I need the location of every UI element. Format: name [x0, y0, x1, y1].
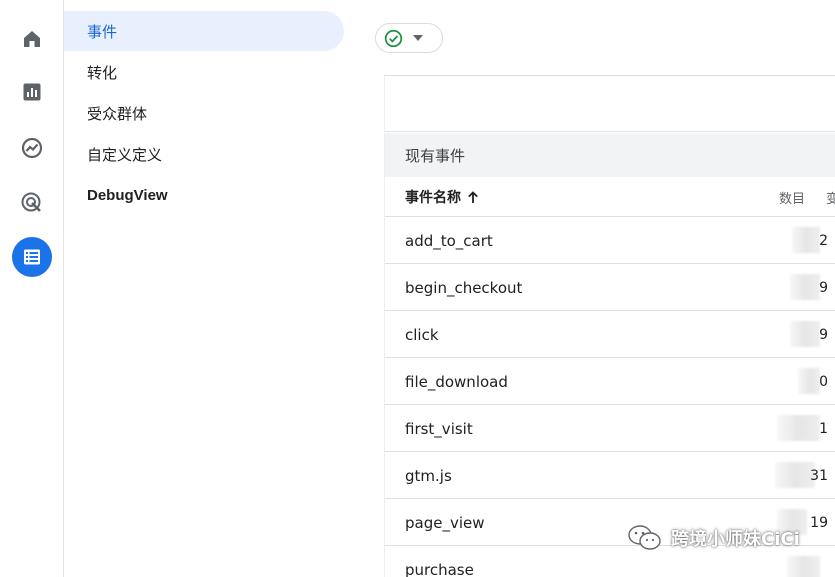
reports-icon[interactable]: [12, 72, 52, 112]
event-count: 2: [819, 232, 828, 249]
check-circle-icon: [384, 29, 403, 47]
event-name[interactable]: page_view: [405, 499, 485, 546]
redacted-value: [777, 415, 820, 441]
event-name[interactable]: click: [405, 311, 439, 358]
event-name[interactable]: gtm.js: [405, 452, 452, 499]
column-header-count[interactable]: 数目: [779, 177, 805, 217]
nav-item-conversions[interactable]: 转化: [64, 52, 344, 92]
arrow-up-icon: [468, 190, 478, 203]
watermark-text: 跨境小师妹CiCi: [671, 529, 800, 550]
table-row[interactable]: first_visit 1: [385, 405, 835, 452]
column-header-change[interactable]: 变: [826, 177, 835, 217]
table-row[interactable]: click 9: [385, 311, 835, 358]
event-name[interactable]: purchase: [405, 546, 474, 577]
status-chip[interactable]: [375, 23, 443, 53]
table-row[interactable]: begin_checkout 9: [385, 264, 835, 311]
redacted-value: [790, 321, 820, 347]
nav-item-audiences[interactable]: 受众群体: [64, 93, 344, 133]
event-name[interactable]: add_to_cart: [405, 217, 493, 264]
icon-rail: [0, 0, 64, 577]
nav-item-events[interactable]: 事件: [64, 11, 344, 51]
redacted-value: [790, 274, 820, 300]
event-count: 19: [810, 514, 828, 531]
nav-item-debugview[interactable]: DebugView: [64, 175, 344, 215]
table-header: 事件名称 数目 变: [385, 177, 835, 217]
event-count: 31: [810, 467, 828, 484]
section-title: 现有事件: [385, 133, 835, 177]
redacted-value: [792, 227, 820, 253]
secondary-nav: 事件 转化 受众群体 自定义定义 DebugView: [64, 0, 364, 577]
column-header-label: 事件名称: [405, 190, 461, 206]
card-toolbar: [385, 76, 835, 132]
event-count: 9: [819, 326, 828, 343]
event-count: 1: [819, 420, 828, 437]
event-name[interactable]: first_visit: [405, 405, 473, 452]
advertising-icon[interactable]: [12, 183, 52, 223]
main-content: 现有事件 事件名称 数目 变 add_to_cart 2 begin_check…: [364, 0, 835, 577]
event-count: 9: [819, 279, 828, 296]
home-icon[interactable]: [12, 19, 52, 59]
nav-item-custom-definitions[interactable]: 自定义定义: [64, 134, 344, 174]
redacted-value: [787, 556, 820, 577]
redacted-value: [798, 368, 820, 394]
event-name[interactable]: file_download: [405, 358, 508, 405]
table-row[interactable]: file_download 0: [385, 358, 835, 405]
event-count: 0: [819, 373, 828, 390]
configure-icon[interactable]: [12, 237, 52, 277]
table-row[interactable]: add_to_cart 2: [385, 217, 835, 264]
events-card: 现有事件 事件名称 数目 变 add_to_cart 2 begin_check…: [384, 75, 835, 577]
watermark: 跨境小师妹CiCi: [627, 524, 800, 552]
wechat-icon: [628, 525, 661, 550]
explore-icon[interactable]: [12, 128, 52, 168]
event-name[interactable]: begin_checkout: [405, 264, 522, 311]
column-header-event-name[interactable]: 事件名称: [405, 177, 479, 217]
redacted-value: [775, 462, 815, 488]
chevron-down-icon: [413, 35, 423, 41]
table-row[interactable]: gtm.js 31: [385, 452, 835, 499]
